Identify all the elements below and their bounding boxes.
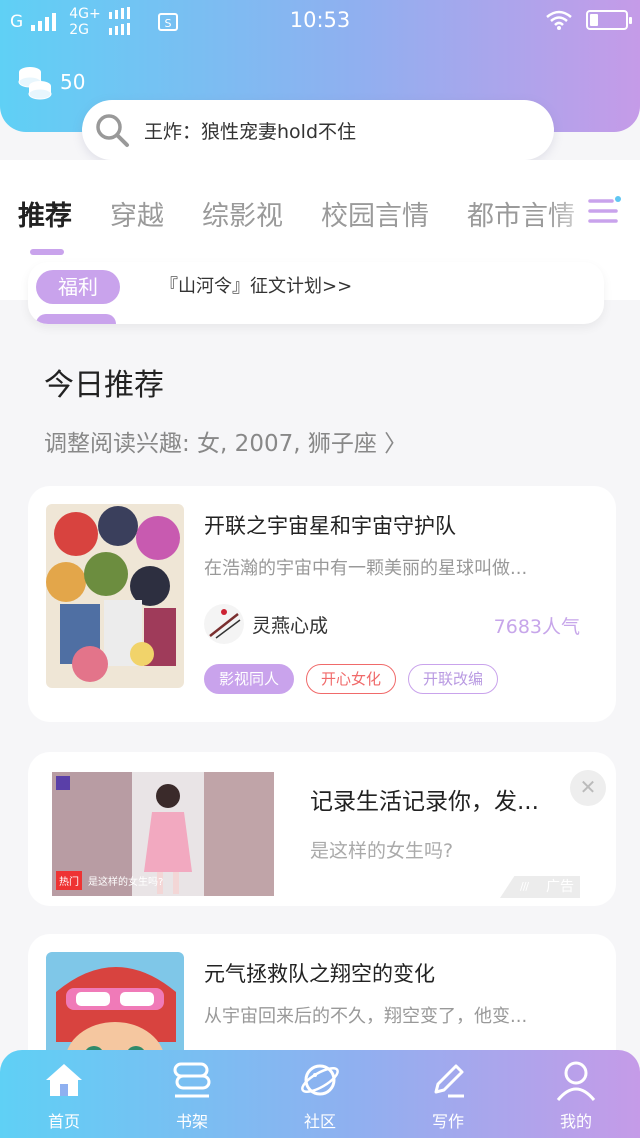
book-card[interactable]: 开联之宇宙星和宇宙守护队 在浩瀚的宇宙中有一颗美丽的星球叫做... 灵燕心成 7… xyxy=(28,486,616,722)
author-avatar xyxy=(204,604,244,644)
author-name: 灵燕心成 xyxy=(252,614,329,637)
coin-balance[interactable]: 50 xyxy=(16,64,85,100)
search-icon xyxy=(96,114,129,147)
wifi-icon xyxy=(546,10,572,30)
coins-icon xyxy=(18,67,52,100)
author-info: 灵燕心成 xyxy=(204,604,328,644)
pen-icon xyxy=(434,1064,464,1098)
search-placeholder: 王炸：狼性宠妻hold不住 xyxy=(144,120,357,143)
book-tag[interactable]: 开心女化 xyxy=(306,664,397,694)
nav-label: 书架 xyxy=(175,1112,208,1131)
ad-badge-label: 广告 xyxy=(546,879,574,895)
status-bar: G 4G+ 2G S 10:53 xyxy=(0,0,640,44)
nav-profile[interactable]: 我的 xyxy=(512,1050,640,1138)
notice-tag-next xyxy=(36,314,116,324)
battery-icon xyxy=(586,10,632,30)
ad-image: 热门 是这样的女生吗? xyxy=(52,772,274,896)
book-title: 开联之宇宙星和宇宙守护队 xyxy=(204,514,456,538)
bookshelf-icon xyxy=(173,1062,211,1098)
book-tag[interactable]: 开联改编 xyxy=(408,664,499,694)
nav-home[interactable]: 首页 xyxy=(0,1050,128,1138)
ad-card[interactable]: 热门 是这样的女生吗? 记录生活记录你，发... 是这样的女生吗? ✕ /// … xyxy=(28,752,616,906)
book-tags: 影视同人 开心女化 开联改编 xyxy=(204,664,499,694)
category-tabs: 推荐 穿越 综影视 校园言情 都市言情 xyxy=(18,194,575,233)
notice-text: 『山河令』征文计划>> xyxy=(160,276,353,297)
notice-banner[interactable]: 福利 『山河令』征文计划>> xyxy=(28,262,604,324)
interest-settings-link[interactable]: 调整阅读兴趣: 女, 2007, 狮子座 〉 xyxy=(44,424,407,458)
section-title: 今日推荐 xyxy=(44,368,164,403)
user-icon xyxy=(556,1061,596,1101)
tab-film-tv[interactable]: 综影视 xyxy=(202,194,283,233)
notice-tag: 福利 xyxy=(36,270,120,304)
book-title: 元气拯救队之翔空的变化 xyxy=(204,962,435,986)
nav-label: 写作 xyxy=(431,1112,464,1131)
nav-label: 我的 xyxy=(559,1112,592,1131)
nav-write[interactable]: 写作 xyxy=(384,1050,512,1138)
ad-title: 记录生活记录你，发... xyxy=(310,789,539,815)
coin-count: 50 xyxy=(60,70,86,94)
tab-campus-romance[interactable]: 校园言情 xyxy=(321,194,429,233)
bottom-navigation: 首页 书架 社区 写作 我的 xyxy=(0,1050,640,1138)
close-icon[interactable]: ✕ xyxy=(570,770,606,806)
status-right xyxy=(546,10,632,30)
search-bar[interactable]: 王炸：狼性宠妻hold不住 xyxy=(82,100,554,160)
menu-icon[interactable] xyxy=(588,196,622,226)
planet-icon xyxy=(301,1064,339,1096)
ad-subtitle: 是这样的女生吗? xyxy=(310,840,454,862)
nav-label: 社区 xyxy=(303,1112,336,1131)
tab-time-travel[interactable]: 穿越 xyxy=(110,194,164,233)
nav-community[interactable]: 社区 xyxy=(256,1050,384,1138)
ad-badge: /// 广告 xyxy=(500,876,580,898)
ad-logo-icon: /// xyxy=(520,880,529,893)
home-icon xyxy=(46,1064,82,1096)
book-description: 在浩瀚的宇宙中有一颗美丽的星球叫做... xyxy=(204,558,528,579)
tab-recommend[interactable]: 推荐 xyxy=(18,194,72,233)
nav-bookshelf[interactable]: 书架 xyxy=(128,1050,256,1138)
active-tab-indicator xyxy=(30,249,64,255)
nav-label: 首页 xyxy=(47,1112,80,1131)
book-cover-image xyxy=(46,504,184,688)
ad-hot-tag: 热门 xyxy=(56,871,82,890)
book-tag[interactable]: 影视同人 xyxy=(204,664,295,694)
ad-thumb-text: 是这样的女生吗? xyxy=(88,877,164,888)
book-description: 从宇宙回来后的不久，翔空变了，他变... xyxy=(204,1006,528,1027)
clock: 10:53 xyxy=(289,8,351,32)
popularity-count: 7683人气 xyxy=(493,616,580,638)
